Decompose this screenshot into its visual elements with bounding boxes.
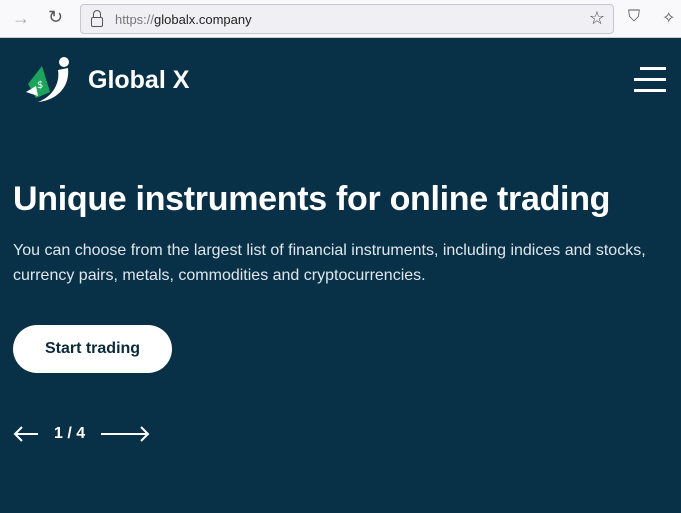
star-icon[interactable]: ☆ (589, 8, 605, 29)
arrow-left-icon[interactable] (13, 425, 39, 443)
reload-icon[interactable]: ↻ (48, 7, 63, 28)
slide-separator: / (62, 425, 77, 442)
start-trading-button[interactable]: Start trading (13, 325, 172, 373)
shield-icon[interactable]: ⛉ (628, 8, 640, 26)
svg-text:$: $ (37, 80, 43, 91)
site-header: $ Global X (0, 38, 681, 123)
slide-total: 4 (76, 425, 86, 442)
slider-pager: 1 / 4 (13, 425, 150, 443)
lock-icon[interactable] (91, 10, 103, 27)
slide-current: 1 (54, 425, 63, 442)
url-host: globalx.company (154, 11, 252, 27)
extension-icon[interactable]: ✧ (662, 8, 675, 28)
url-scheme: https:// (115, 11, 155, 27)
hero-subtitle: You can choose from the largest list of … (13, 242, 646, 284)
browser-toolbar: → ↻ https://globalx.company ☆ ⛉ ✧ (0, 0, 681, 38)
address-bar[interactable]: https://globalx.company ☆ (80, 4, 614, 34)
hero-title: Unique instruments for online trading (13, 180, 611, 218)
logo-icon[interactable]: $ (24, 56, 74, 106)
hamburger-menu-icon[interactable] (634, 67, 666, 93)
brand-name[interactable]: Global X (88, 66, 189, 95)
arrow-right-icon[interactable] (100, 425, 150, 443)
forward-icon[interactable]: → (12, 8, 30, 29)
